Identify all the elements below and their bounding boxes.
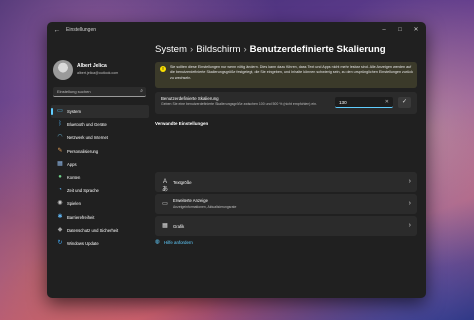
sidebar-item-apps[interactable]: ▦ Apps xyxy=(51,158,149,171)
settings-window: ← Einstellungen – □ ✕ Albert Jelica albe… xyxy=(47,22,426,298)
graphics-label: Grafik xyxy=(173,224,185,229)
sidebar-item-gamepad[interactable]: ◉ Spielen xyxy=(51,197,149,210)
sidebar-item-label: Windows Update xyxy=(67,240,99,246)
update-icon: ↻ xyxy=(57,239,63,246)
sidebar-item-globe-clock[interactable]: ◔ Zeit und Sprache xyxy=(51,184,149,197)
chevron-right-icon: › xyxy=(408,178,411,185)
shield-icon: ◆ xyxy=(57,226,63,233)
page-title: Benutzerdefinierte Skalierung xyxy=(249,44,386,55)
gamepad-icon: ◉ xyxy=(57,200,63,207)
help-icon: ◍ xyxy=(155,239,160,245)
title-bar: ← Einstellungen – □ ✕ xyxy=(47,22,426,40)
sidebar-item-label: Apps xyxy=(67,161,77,167)
sidebar-item-label: Konten xyxy=(67,174,81,180)
search-icon[interactable]: ⌕ xyxy=(140,88,143,94)
search-placeholder: Einstellung suchen xyxy=(57,89,91,94)
breadcrumb-system[interactable]: System xyxy=(155,44,187,55)
sidebar-nav: ▭ System ᛒ Bluetooth und Geräte ◠ Netzwerk un… xyxy=(51,105,149,250)
sidebar-item-label: Spielen xyxy=(67,201,81,207)
breadcrumb-display[interactable]: Bildschirm xyxy=(196,44,240,55)
text-size-icon: Aあ xyxy=(161,179,168,193)
sidebar: Albert Jelica albert.jelica@outlook.com … xyxy=(47,40,151,298)
sidebar-item-person[interactable]: ● Konten xyxy=(51,171,149,184)
advanced-display-label: Erweiterte Anzeige xyxy=(173,198,208,203)
sidebar-item-label: Netzwerk und Internet xyxy=(67,135,108,141)
custom-scaling-title: Benutzerdefinierte Skalierung xyxy=(161,96,219,101)
help-label: Hilfe anfordern xyxy=(164,240,193,245)
sidebar-item-label: Personalisierung xyxy=(67,148,99,154)
text-size-row[interactable]: Aあ Textgröße › xyxy=(155,172,417,193)
sidebar-item-bluetooth[interactable]: ᛒ Bluetooth und Geräte xyxy=(51,118,149,131)
user-email: albert.jelica@outlook.com xyxy=(77,71,119,75)
chevron-right-icon: › xyxy=(408,200,411,207)
sidebar-item-brush[interactable]: ✎ Personalisierung xyxy=(51,145,149,158)
close-icon[interactable]: ✕ xyxy=(385,99,389,105)
avatar[interactable] xyxy=(53,60,73,80)
warning-text: Sie sollten diese Einstellungen nur wenn… xyxy=(170,65,413,80)
warning-banner: ! Sie sollten diese Einstellungen nur we… xyxy=(155,62,417,88)
sidebar-item-shield[interactable]: ◆ Datenschutz und Sicherheit xyxy=(51,224,149,237)
sidebar-item-system[interactable]: ▭ System xyxy=(51,105,149,119)
brush-icon: ✎ xyxy=(57,147,63,154)
sidebar-item-wifi[interactable]: ◠ Netzwerk und Internet xyxy=(51,131,149,144)
advanced-display-sub: Anzeigeinformationen, Aktualisierungsrat… xyxy=(173,205,237,209)
arrow-left-icon[interactable]: ← xyxy=(52,26,62,36)
close-button[interactable]: ✕ xyxy=(409,25,423,35)
scaling-input[interactable]: 130 ✕ xyxy=(335,97,393,108)
custom-scaling-card: Benutzerdefinierte Skalierung Geben Sie … xyxy=(155,92,417,114)
graphics-icon: ▦ xyxy=(162,223,168,229)
custom-scaling-description: Geben Sie eine benutzerdefinierte Skalie… xyxy=(161,102,318,106)
sidebar-item-label: Zeit und Sprache xyxy=(67,188,99,194)
user-name: Albert Jelica xyxy=(77,63,107,69)
wifi-icon: ◠ xyxy=(57,134,63,141)
checkmark-icon[interactable]: ✓ xyxy=(398,97,411,108)
sidebar-item-label: System xyxy=(67,109,81,114)
minimize-button[interactable]: – xyxy=(377,25,391,35)
main-content: System › Bildschirm › Benutzerdefinierte Ska… xyxy=(151,40,426,298)
advanced-display-row[interactable]: ▭ Erweiterte Anzeige Anzeigeinformatione… xyxy=(155,194,417,214)
chevron-right-icon: › xyxy=(408,222,411,229)
app-title: Einstellungen xyxy=(66,27,97,33)
sidebar-item-update[interactable]: ↻ Windows Update xyxy=(51,237,149,250)
sidebar-item-label: Barrierefreiheit xyxy=(67,214,95,220)
text-size-label: Textgröße xyxy=(173,180,192,185)
graphics-row[interactable]: ▦ Grafik › xyxy=(155,216,417,236)
accessibility-icon: ✱ xyxy=(57,213,63,220)
warning-icon: ! xyxy=(160,66,166,72)
breadcrumb-separator: › xyxy=(243,44,247,55)
bluetooth-icon: ᛒ xyxy=(58,121,62,128)
maximize-button[interactable]: □ xyxy=(393,25,407,35)
monitor-icon: ▭ xyxy=(162,201,168,207)
scaling-value: 130 xyxy=(339,100,347,105)
sidebar-item-label: Datenschutz und Sicherheit xyxy=(67,227,119,233)
related-settings-title: Verwandte Einstellungen xyxy=(155,121,209,126)
sidebar-item-accessibility[interactable]: ✱ Barrierefreiheit xyxy=(51,211,149,224)
apps-icon: ▦ xyxy=(57,160,63,167)
globe-clock-icon: ◔ xyxy=(58,187,62,194)
search-input[interactable]: Einstellung suchen ⌕ xyxy=(53,87,146,97)
breadcrumb: System › Bildschirm › Benutzerdefinierte Ska… xyxy=(155,44,386,55)
breadcrumb-separator: › xyxy=(190,44,194,55)
system-icon: ▭ xyxy=(57,108,63,114)
person-icon: ● xyxy=(58,173,62,180)
sidebar-item-label: Bluetooth und Geräte xyxy=(67,122,107,128)
